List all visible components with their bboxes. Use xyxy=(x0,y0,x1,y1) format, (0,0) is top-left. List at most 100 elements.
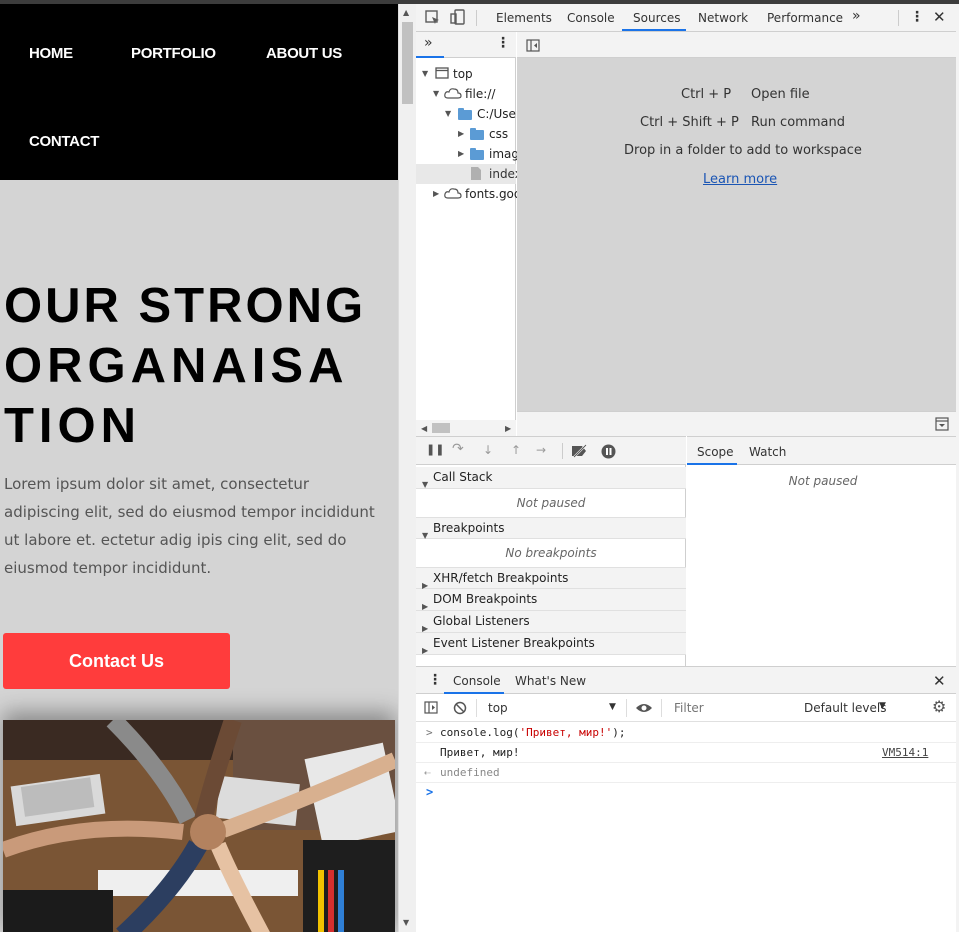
pause-on-exceptions-icon[interactable] xyxy=(601,444,616,459)
nav-contact[interactable]: CONTACT xyxy=(29,133,99,150)
console-filter-input[interactable] xyxy=(668,698,796,718)
tab-console[interactable]: Console xyxy=(567,11,615,25)
breakpoints-section[interactable]: ▼ Breakpoints xyxy=(416,517,686,540)
scroll-left-arrow-icon[interactable]: ◀ xyxy=(421,424,427,433)
screen: HOME PORTFOLIO ABOUT US CONTACT OUR STRO… xyxy=(0,0,959,932)
tab-elements[interactable]: Elements xyxy=(496,11,552,25)
tree-label: file:// xyxy=(465,87,496,101)
drawer-tab-whats-new[interactable]: What's New xyxy=(515,674,586,688)
console-sidebar-icon[interactable] xyxy=(424,701,438,714)
navigator-header: » ⋮ xyxy=(416,32,516,58)
scroll-up-arrow-icon[interactable]: ▲ xyxy=(403,8,409,17)
scope-tab-bar: Scope Watch xyxy=(687,437,959,465)
console-prompt[interactable]: > xyxy=(416,784,959,804)
debugger-toolbar: ❚❚ ↷ ↓ ↑ → xyxy=(416,437,686,465)
step-out-icon[interactable]: ↑ xyxy=(511,443,521,457)
hero-paragraph: Lorem ipsum dolor sit amet, consectetur … xyxy=(4,475,375,577)
global-listeners-section[interactable]: ▶ Global Listeners xyxy=(416,611,686,633)
result-arrow-icon: ⇠ xyxy=(424,766,431,779)
xhr-breakpoints-section[interactable]: ▶ XHR/fetch Breakpoints xyxy=(416,567,686,590)
step-over-icon[interactable]: ↷ xyxy=(452,441,464,457)
drawer-tab-console[interactable]: Console xyxy=(453,674,501,688)
shortcut-action: Open file xyxy=(751,87,810,102)
teamwork-photo-illustration xyxy=(3,720,395,932)
collapse-triangle-icon: ▼ xyxy=(422,531,429,540)
log-source-link[interactable]: VM514:1 xyxy=(882,743,928,762)
console-code: console.log('Привет, мир!'); xyxy=(440,723,625,742)
navigator-menu-icon[interactable]: ⋮ xyxy=(496,35,510,51)
console-input-line[interactable]: > console.log('Привет, мир!'); xyxy=(416,723,959,743)
folder-icon xyxy=(470,148,484,160)
learn-more-link[interactable]: Learn more xyxy=(703,172,777,187)
scrollbar-thumb[interactable] xyxy=(432,423,450,433)
tree-item-index[interactable]: index xyxy=(416,164,522,184)
folder-icon xyxy=(458,108,472,120)
tree-label: top xyxy=(453,67,473,81)
editor-placeholder: Ctrl + P Open file Ctrl + Shift + P Run … xyxy=(517,32,959,436)
drawer-tab-bar: ⋮ Console What's New ✕ xyxy=(416,667,959,694)
section-label: Call Stack xyxy=(433,470,493,484)
deactivate-breakpoints-icon[interactable] xyxy=(571,444,589,458)
close-devtools-icon[interactable]: ✕ xyxy=(933,8,946,26)
kebab-menu-icon[interactable]: ⋮ xyxy=(910,9,924,25)
tab-scope[interactable]: Scope xyxy=(697,445,734,459)
section-label: Global Listeners xyxy=(433,614,530,628)
tree-label: fonts.goo xyxy=(465,187,522,201)
tree-label: imag xyxy=(489,147,519,161)
console-toolbar: top ▼ Default levels ▼ ⚙ xyxy=(416,694,959,722)
contact-us-button[interactable]: Contact Us xyxy=(3,633,230,689)
active-tab-indicator xyxy=(687,463,737,465)
editor-footer xyxy=(517,411,959,436)
more-panes-icon[interactable]: » xyxy=(424,35,433,51)
device-toolbar-icon[interactable] xyxy=(450,9,466,26)
prompt-chevron-icon: > xyxy=(426,785,434,799)
shortcut-action: Run command xyxy=(751,115,845,130)
section-label: DOM Breakpoints xyxy=(433,592,538,606)
dropdown-arrow-icon: ▼ xyxy=(879,701,886,711)
live-expression-eye-icon[interactable] xyxy=(635,702,653,714)
top-navigation: HOME PORTFOLIO ABOUT US CONTACT xyxy=(0,4,398,180)
nav-portfolio[interactable]: PORTFOLIO xyxy=(131,45,216,62)
step-into-icon[interactable]: ↓ xyxy=(483,443,493,457)
page-tab-indicator xyxy=(416,56,444,58)
tab-watch[interactable]: Watch xyxy=(749,445,786,459)
close-drawer-icon[interactable]: ✕ xyxy=(933,672,946,690)
nav-home[interactable]: HOME xyxy=(29,45,73,62)
section-label: Event Listener Breakpoints xyxy=(433,636,595,650)
context-selector[interactable]: top ▼ xyxy=(482,698,620,718)
shortcut-keys: Ctrl + P xyxy=(681,87,732,102)
collapse-triangle-icon: ▼ xyxy=(422,480,429,489)
debugger-sidebar: ❚❚ ↷ ↓ ↑ → ▼ Call Stack Not paused ▼ Bre… xyxy=(416,436,686,666)
nav-about-us[interactable]: ABOUT US xyxy=(266,45,342,62)
step-icon[interactable]: → xyxy=(536,443,546,457)
hero-title: OUR STRONG ORGANAISA TION xyxy=(4,276,398,456)
toolbar-divider xyxy=(476,699,477,717)
toggle-debugger-icon[interactable] xyxy=(935,417,949,431)
tab-performance[interactable]: Performance xyxy=(767,11,843,25)
tab-network[interactable]: Network xyxy=(698,11,748,25)
console-settings-gear-icon[interactable]: ⚙ xyxy=(932,697,946,716)
navigator-horizontal-scrollbar[interactable]: ◀ ▶ xyxy=(416,420,516,436)
toggle-navigator-icon[interactable] xyxy=(526,39,540,52)
inspect-element-icon[interactable] xyxy=(425,10,441,26)
call-stack-section[interactable]: ▼ Call Stack xyxy=(416,467,686,489)
scroll-down-arrow-icon[interactable]: ▼ xyxy=(403,918,409,927)
page-scrollbar[interactable]: ▲ ▼ xyxy=(398,4,416,932)
scope-watch-pane: Scope Watch Not paused xyxy=(687,436,959,666)
frame-icon xyxy=(435,67,449,79)
pause-icon[interactable]: ❚❚ xyxy=(426,443,444,456)
tab-sources[interactable]: Sources xyxy=(633,11,680,25)
call-stack-note: Not paused xyxy=(516,496,586,510)
drawer-menu-icon[interactable]: ⋮ xyxy=(428,672,442,688)
devtools-tab-bar: Elements Console Sources Network Perform… xyxy=(416,4,959,32)
context-value: top xyxy=(488,701,508,715)
event-listener-breakpoints-section[interactable]: ▶ Event Listener Breakpoints xyxy=(416,633,686,655)
scroll-right-arrow-icon[interactable]: ▶ xyxy=(505,424,511,433)
dropdown-arrow-icon: ▼ xyxy=(609,702,616,712)
more-tabs-icon[interactable]: » xyxy=(852,8,861,24)
log-levels-dropdown[interactable]: Default levels ▼ xyxy=(799,698,889,718)
scrollbar-thumb[interactable] xyxy=(402,22,413,104)
dom-breakpoints-section[interactable]: ▶ DOM Breakpoints xyxy=(416,589,686,611)
clear-console-icon[interactable] xyxy=(453,701,467,715)
log-output: Привет, мир! xyxy=(440,746,520,759)
